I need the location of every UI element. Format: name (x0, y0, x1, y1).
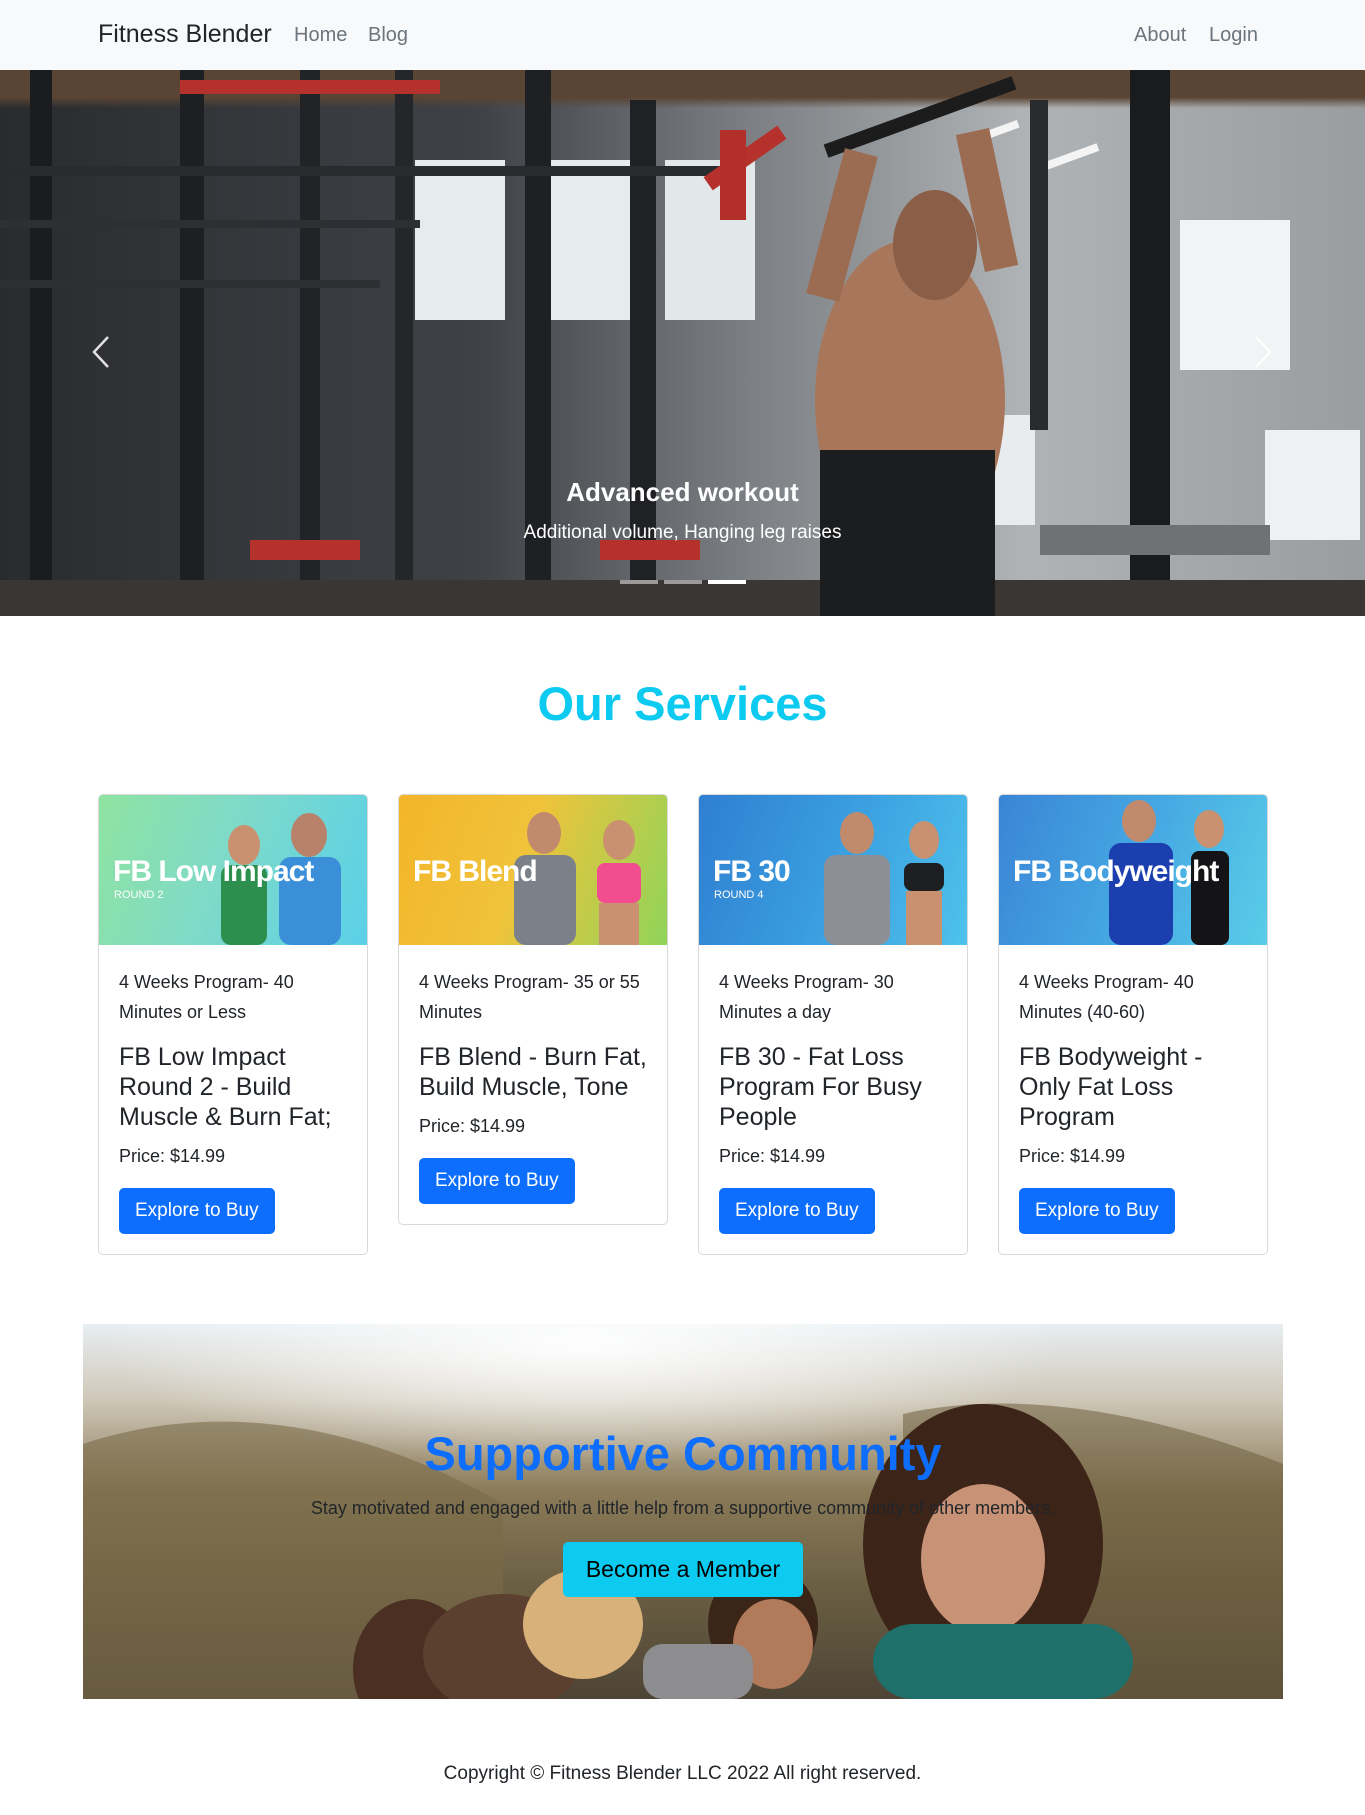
chevron-right-icon (1255, 336, 1272, 368)
carousel-prev-button[interactable] (84, 325, 120, 379)
card-body: 4 Weeks Program- 30 Minutes a day FB 30 … (699, 945, 967, 1254)
community-title: Supportive Community (424, 1427, 942, 1480)
service-card-bodyweight: FB Bodyweight 4 Weeks Program- 40 Minute… (998, 794, 1268, 1255)
carousel-indicator-1[interactable] (620, 580, 658, 584)
card-round: ROUND 2 (114, 889, 164, 901)
card-image: FB 30 ROUND 4 (699, 795, 967, 945)
explore-to-buy-button[interactable]: Explore to Buy (1019, 1188, 1175, 1234)
card-title: FB Bodyweight - Only Fat Loss Program (1019, 1043, 1203, 1131)
navbar: Fitness Blender Home Blog About Login (0, 0, 1365, 70)
nav-link-blog[interactable]: Blog (368, 24, 408, 47)
services-heading: Our Services (537, 677, 828, 730)
card-body: 4 Weeks Program- 35 or 55 Minutes FB Ble… (399, 945, 667, 1224)
card-logo: FB 30 (713, 855, 791, 888)
card-image: FB Low Impact ROUND 2 (99, 795, 367, 945)
brand-link[interactable]: Fitness Blender (98, 20, 272, 49)
card-price: Price: $14.99 (719, 1146, 826, 1166)
carousel-indicators (620, 580, 746, 584)
card-title: FB Blend - Burn Fat, Build Muscle, Tone (419, 1043, 647, 1101)
card-image: FB Bodyweight (999, 795, 1267, 945)
card-subtitle: 4 Weeks Program- 40 Minutes or Less (119, 972, 294, 1022)
explore-to-buy-button[interactable]: Explore to Buy (119, 1188, 275, 1234)
card-image: FB Blend (399, 795, 667, 945)
hero-subtitle: Additional volume, Hanging leg raises (523, 522, 842, 543)
card-logo: FB Bodyweight (1013, 855, 1219, 888)
explore-to-buy-button[interactable]: Explore to Buy (719, 1188, 875, 1234)
carousel-indicator-2[interactable] (664, 580, 702, 584)
community-text: Stay motivated and engaged with a little… (310, 1498, 1056, 1518)
hero-carousel: Advanced workout Additional volume, Hang… (0, 70, 1365, 616)
card-subtitle: 4 Weeks Program- 40 Minutes (40-60) (1019, 972, 1194, 1022)
card-logo: FB Low Impact (113, 855, 314, 888)
card-title: FB Low Impact Round 2 - Build Muscle & B… (119, 1043, 332, 1131)
card-round: ROUND 4 (714, 889, 764, 901)
hero-title: Advanced workout (566, 477, 799, 507)
explore-to-buy-button[interactable]: Explore to Buy (419, 1158, 575, 1204)
service-card-fb30: FB 30 ROUND 4 4 Weeks Program- 30 Minute… (698, 794, 968, 1255)
card-price: Price: $14.99 (1019, 1146, 1126, 1166)
become-member-button[interactable]: Become a Member (563, 1542, 803, 1597)
service-card-low-impact: FB Low Impact ROUND 2 4 Weeks Program- 4… (98, 794, 368, 1255)
card-price: Price: $14.99 (419, 1116, 526, 1136)
footer-copyright: Copyright © Fitness Blender LLC 2022 All… (443, 1763, 922, 1784)
card-title: FB 30 - Fat Loss Program For Busy People (719, 1043, 922, 1131)
card-subtitle: 4 Weeks Program- 35 or 55 Minutes (419, 972, 640, 1022)
card-price: Price: $14.99 (119, 1146, 226, 1166)
card-logo: FB Blend (413, 855, 538, 888)
service-card-blend: FB Blend 4 Weeks Program- 35 or 55 Minut… (398, 794, 668, 1225)
community-banner: Supportive Community Stay motivated and … (83, 1324, 1283, 1699)
nav-link-home[interactable]: Home (294, 24, 347, 47)
nav-link-login[interactable]: Login (1209, 24, 1258, 47)
nav-link-about[interactable]: About (1134, 24, 1186, 47)
card-subtitle: 4 Weeks Program- 30 Minutes a day (719, 972, 894, 1022)
carousel-indicator-3[interactable] (708, 580, 746, 584)
carousel-next-button[interactable] (1244, 325, 1280, 379)
chevron-left-icon (92, 336, 109, 368)
card-body: 4 Weeks Program- 40 Minutes or Less FB L… (99, 945, 367, 1254)
card-body: 4 Weeks Program- 40 Minutes (40-60) FB B… (999, 945, 1267, 1254)
